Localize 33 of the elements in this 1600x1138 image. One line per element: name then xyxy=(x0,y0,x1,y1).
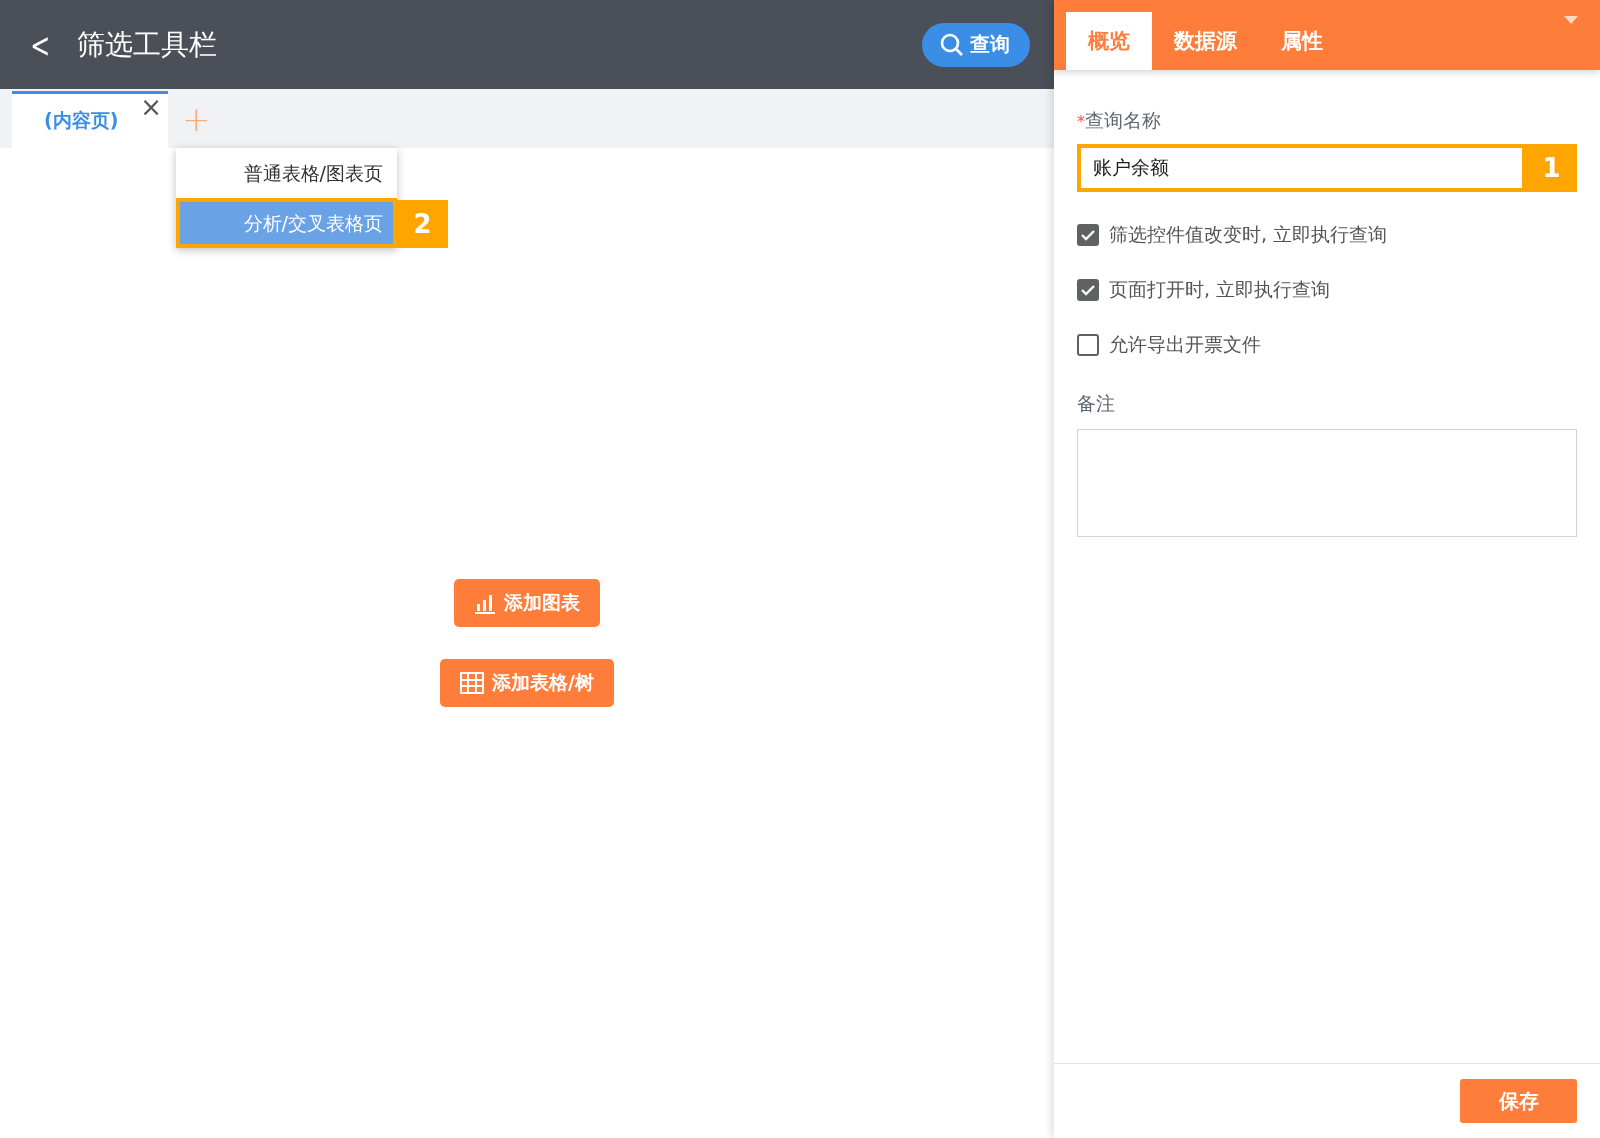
query-name-field[interactable]: 账户余额 xyxy=(1077,144,1526,192)
save-button[interactable]: 保存 xyxy=(1460,1079,1577,1123)
add-chart-button[interactable]: 添加图表 xyxy=(454,579,600,627)
option-label: 页面打开时, 立即执行查询 xyxy=(1109,277,1331,302)
panel-tab[interactable]: 属性 xyxy=(1259,12,1345,70)
panel-tab[interactable]: 概览 xyxy=(1066,12,1152,70)
field-label: 查询名称 xyxy=(1085,108,1161,133)
option-label: 允许导出开票文件 xyxy=(1109,332,1261,357)
add-table-button[interactable]: 添加表格/树 xyxy=(440,659,614,707)
bar-chart-icon xyxy=(474,592,496,614)
panel-tab[interactable]: 数据源 xyxy=(1152,12,1259,70)
option-label: 筛选控件值改变时, 立即执行查询 xyxy=(1109,222,1388,247)
tab-label[interactable]: (内容页) xyxy=(44,108,119,134)
search-icon xyxy=(940,32,964,57)
checkbox[interactable] xyxy=(1077,224,1099,246)
back-button[interactable]: < xyxy=(30,27,51,62)
query-button[interactable]: 查询 xyxy=(922,22,1030,67)
required-mark: * xyxy=(1077,112,1085,131)
checkbox[interactable] xyxy=(1077,334,1099,356)
callout-number: 1 xyxy=(1526,144,1577,192)
page-title: 筛选工具栏 xyxy=(76,26,218,63)
check-icon xyxy=(1081,229,1095,241)
checkbox[interactable] xyxy=(1077,279,1099,301)
table-icon xyxy=(460,672,484,694)
page-tab[interactable]: (内容页) × xyxy=(12,91,168,148)
callout-number: 2 xyxy=(397,200,448,248)
close-button[interactable]: × xyxy=(140,94,162,120)
check-icon xyxy=(1081,284,1095,296)
note-label: 备注 xyxy=(1077,391,1116,416)
menu-item[interactable]: 普通表格/图表页 xyxy=(176,148,397,198)
menu-item[interactable]: 分析/交叉表格页 xyxy=(176,198,397,248)
add-tab-button[interactable]: + xyxy=(182,101,211,136)
note-field[interactable] xyxy=(1077,429,1577,537)
